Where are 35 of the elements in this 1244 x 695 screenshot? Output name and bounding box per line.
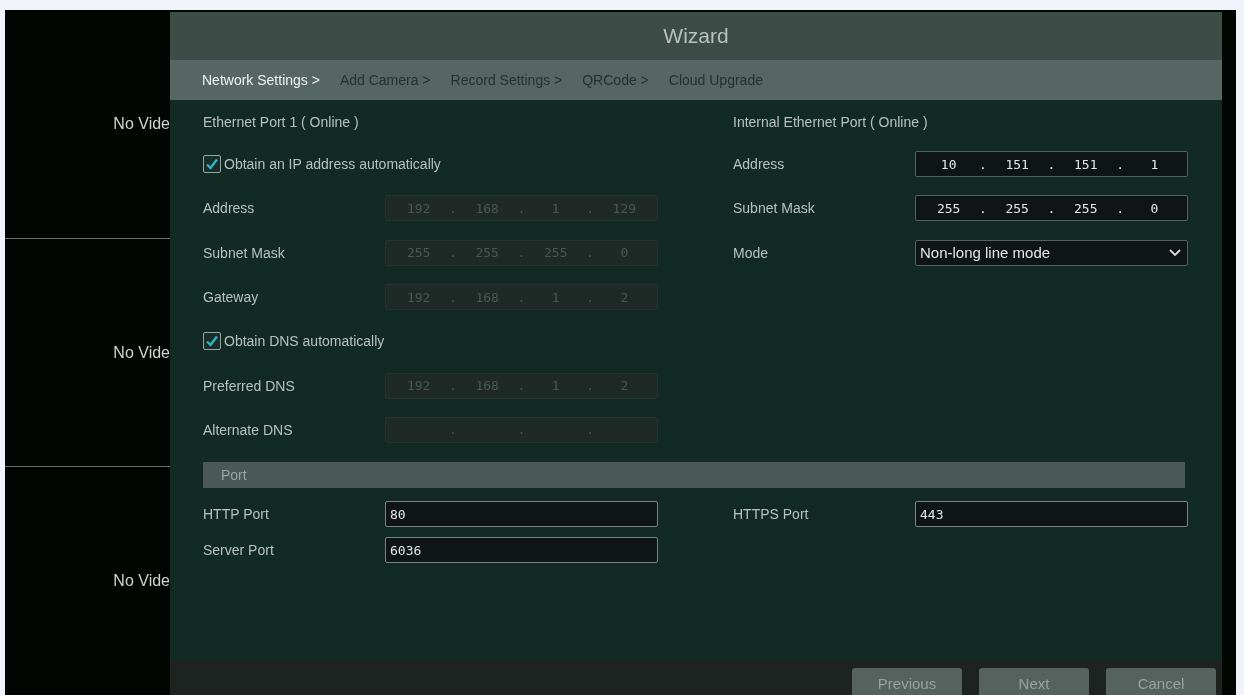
footer-button[interactable]: Cancel [1106,668,1216,695]
section-heading: Port [221,467,247,484]
footer-button[interactable]: Next [979,668,1089,695]
chevron-down-icon [1169,248,1181,257]
field-label: Gateway [203,289,260,306]
mode-dropdown[interactable]: Non-long line mode [915,239,1188,266]
ip-address-field[interactable]: 255 . 255 . 255 . 0 [915,195,1188,222]
field-label: Address [733,156,786,173]
field-label: Preferred DNS [203,377,296,394]
port-input-field[interactable]: 6036 [385,537,658,564]
footer-button[interactable]: Previous [852,668,962,695]
port-input-field[interactable]: 443 [915,501,1188,528]
checkbox-option[interactable]: Obtain DNS automatically [203,332,385,351]
field-label: HTTPS Port [733,506,810,523]
check-icon [204,156,220,173]
port-input-field[interactable]: 80 [385,501,658,528]
field-label: Subnet Mask [733,200,816,217]
ip-address-field[interactable]: 10 . 151 . 151 . 1 [915,151,1188,178]
check-icon [204,333,220,350]
field-label: Address [203,200,256,217]
field-label: Server Port [203,542,275,559]
wizard-step[interactable]: Network Settings > [202,72,320,88]
checkbox-option[interactable]: Obtain an IP address automatically [203,155,441,174]
field-label: Alternate DNS [203,421,294,438]
dialog-title: Wizard [663,24,729,48]
section-heading: Ethernet Port 1 ( Online ) [203,113,360,132]
no-video-label: No Vide [113,343,170,362]
field-label: Subnet Mask [203,244,286,261]
no-video-label: No Vide [113,572,170,591]
checkbox[interactable] [203,332,221,351]
field-label: Mode [733,244,770,261]
checkbox[interactable] [203,155,221,174]
section-heading: Internal Ethernet Port ( Online ) [733,113,929,132]
field-label: HTTP Port [203,506,270,523]
no-video-label: No Vide [113,114,170,133]
